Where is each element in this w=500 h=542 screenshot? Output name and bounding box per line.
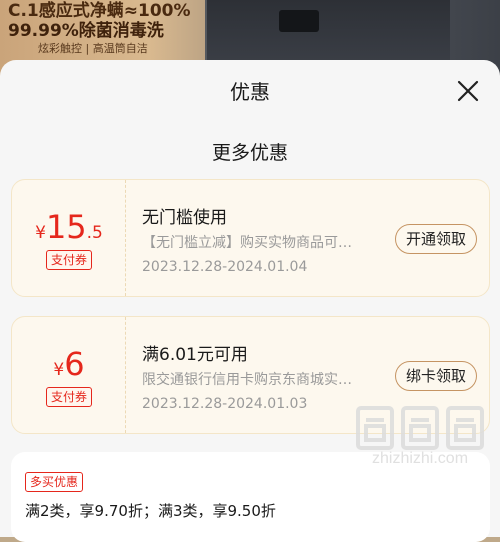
coupon-validity: 2023.12.28-2024.01.04: [142, 259, 308, 275]
coupon-validity: 2023.12.28-2024.01.03: [142, 396, 308, 412]
banner-line-3: 炫彩触控 | 高温筒自洁: [38, 42, 148, 55]
coupon-type-badge: 支付券: [46, 250, 93, 270]
coupon-description: 限交通银行信用卡购京东商城实…: [142, 372, 352, 388]
coupon-description: 【无门槛立减】购买实物商品可…: [142, 235, 352, 251]
coupon-title: 满6.01元可用: [142, 345, 248, 365]
amount-integer: 6: [64, 345, 85, 383]
coupon-type-badge: 支付券: [46, 387, 93, 407]
coupon-amount: ¥6: [12, 345, 126, 383]
close-icon[interactable]: [455, 78, 481, 104]
banner-line-2: 99.99%除菌消毒洗: [8, 21, 164, 41]
sheet-title: 优惠: [230, 80, 270, 104]
coupon-amount: ¥15.5: [12, 208, 126, 246]
washer-display: [279, 10, 319, 32]
coupon-card: ¥15.5 支付券 无门槛使用 【无门槛立减】购买实物商品可… 2023.12.…: [11, 179, 490, 297]
section-title: 更多优惠: [211, 142, 288, 164]
coupon-amount-panel: ¥15.5 支付券: [12, 180, 126, 296]
coupon-amount-panel: ¥6 支付券: [12, 317, 126, 433]
watermark-url: zhizhizhi.com: [371, 450, 469, 467]
currency-symbol: ¥: [53, 360, 65, 380]
promo-text: 满2类，享9.70折；满3类，享9.50折: [25, 502, 276, 520]
coupon-title: 无门槛使用: [142, 208, 227, 228]
claim-button[interactable]: 开通领取: [395, 224, 477, 254]
amount-integer: 15: [45, 208, 87, 246]
bind-card-button[interactable]: 绑卡领取: [395, 361, 477, 391]
amount-decimal: .5: [86, 223, 103, 243]
promo-badge: 多买优惠: [25, 472, 84, 492]
currency-symbol: ¥: [35, 223, 46, 243]
